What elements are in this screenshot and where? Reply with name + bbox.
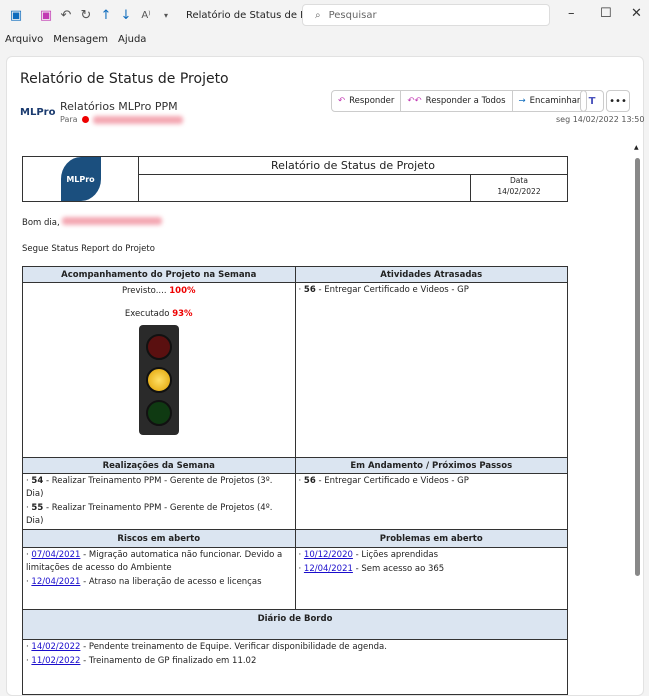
message-subject: Relatório de Status de Projeto: [20, 71, 229, 87]
previous-icon[interactable]: ↑: [96, 5, 116, 25]
search-placeholder: Pesquisar: [328, 9, 377, 21]
list-item: · 10/12/2020 - Lições aprendidas: [298, 550, 439, 560]
section-header: Diário de Bordo: [22, 609, 568, 640]
greeting-text: Bom dia,: [22, 218, 60, 228]
sender-name[interactable]: Relatórios MLPro PPM: [60, 100, 178, 113]
teams-button[interactable]: T: [580, 90, 604, 112]
report-logo-cell: MLPro: [22, 156, 139, 202]
problem-date-link[interactable]: 12/04/2021: [304, 564, 353, 574]
sender-avatar: MLPro: [20, 107, 56, 118]
reply-all-button[interactable]: ↶↶ Responder a Todos: [401, 91, 513, 111]
list-item: · 56 - Entregar Certificado e Videos - G…: [298, 285, 469, 295]
recipient-redacted[interactable]: [92, 115, 183, 124]
list-item: · 12/04/2021 - Atraso na liberação de ac…: [26, 577, 262, 587]
problem-date-link[interactable]: 10/12/2020: [304, 550, 353, 560]
teams-icon: T: [588, 95, 596, 107]
log-date-link[interactable]: 11/02/2022: [31, 656, 80, 666]
diario-cell: · 14/02/2022 - Pendente treinamento de E…: [22, 639, 568, 695]
report-header: MLPro Relatório de Status de Projeto Dat…: [22, 156, 568, 202]
section-header: Atividades Atrasadas: [294, 266, 568, 283]
list-item: · 54 - Realizar Treinamento PPM - Gerent…: [26, 476, 273, 499]
recipients: Para: [60, 115, 183, 124]
list-item: · 12/04/2021 - Sem acesso ao 365: [298, 564, 445, 574]
section-header: Problemas em aberto: [294, 529, 568, 548]
more-icon: •••: [609, 95, 627, 107]
maximize-button[interactable]: ☐: [600, 6, 612, 21]
minimize-button[interactable]: –: [568, 6, 575, 21]
next-icon[interactable]: ↓: [116, 5, 136, 25]
scroll-up-icon[interactable]: ▲: [634, 144, 639, 151]
report-date: 14/02/2022: [497, 187, 541, 196]
message-date: seg 14/02/2022 13:50: [556, 115, 645, 124]
forward-button[interactable]: → Encaminhar: [513, 91, 587, 111]
search-input[interactable]: ⌕ Pesquisar: [302, 4, 550, 26]
risk-date-link[interactable]: 07/04/2021: [31, 550, 80, 560]
report-date-cell: Data 14/02/2022: [470, 174, 568, 202]
menu-bar: Arquivo Mensagem Ajuda: [5, 34, 146, 45]
riscos-cell: · 07/04/2021 - Migração automatica não f…: [22, 547, 296, 610]
realizacoes-cell: · 54 - Realizar Treinamento PPM - Gerent…: [22, 473, 296, 530]
list-item: · 55 - Realizar Treinamento PPM - Gerent…: [26, 503, 273, 526]
forward-icon: →: [518, 96, 526, 106]
scrollbar[interactable]: ▲: [633, 144, 641, 688]
executado-label: Executado: [124, 309, 170, 319]
reply-icon: ↶: [338, 96, 346, 106]
to-label: Para: [60, 115, 78, 124]
menu-ajuda[interactable]: Ajuda: [118, 34, 146, 45]
reply-label: Responder: [349, 96, 395, 106]
close-button[interactable]: ✕: [631, 6, 642, 21]
intro: Segue Status Report do Projeto: [22, 244, 155, 254]
section-header: Realizações da Semana: [22, 457, 296, 474]
message-actions: ↶ Responder ↶↶ Responder a Todos → Encaminh…: [331, 90, 588, 112]
menu-mensagem[interactable]: Mensagem: [53, 34, 108, 45]
problemas-cell: · 10/12/2020 - Lições aprendidas · 12/04…: [294, 547, 568, 610]
email-body: MLPro Relatório de Status de Projeto Dat…: [22, 156, 568, 695]
undo-icon[interactable]: ↶: [56, 5, 76, 25]
list-item: · 56 - Entregar Certificado e Videos - G…: [298, 476, 469, 486]
redo-icon[interactable]: ↻: [76, 5, 96, 25]
log-date-link[interactable]: 14/02/2022: [31, 642, 80, 652]
greeting: Bom dia,: [22, 217, 568, 228]
reply-button[interactable]: ↶ Responder: [332, 91, 402, 111]
read-aloud-icon[interactable]: A⁾: [136, 5, 156, 25]
previsto-label: Previsto....: [122, 286, 167, 296]
mlpro-logo: MLPro: [60, 157, 101, 201]
progress-cell: Previsto.... 100% Executado 93%: [22, 282, 296, 458]
date-label: Data: [510, 176, 528, 185]
andamento-cell: · 56 - Entregar Certificado e Videos - G…: [294, 473, 568, 530]
section-header: Riscos em aberto: [22, 529, 296, 548]
green-lamp: [145, 399, 172, 426]
atrasadas-cell: · 56 - Entregar Certificado e Videos - G…: [294, 282, 568, 458]
red-lamp: [145, 334, 172, 361]
section-header: Acompanhamento do Projeto na Semana: [22, 266, 296, 283]
report-blank-cell: [138, 174, 471, 202]
scrollbar-thumb[interactable]: [635, 158, 640, 576]
more-button[interactable]: •••: [606, 90, 630, 112]
reply-all-icon: ↶↶: [407, 96, 422, 106]
executado-value: 93%: [172, 309, 193, 319]
list-item: · 07/04/2021 - Migração automatica não f…: [26, 550, 283, 573]
forward-label: Encaminhar: [529, 96, 581, 106]
save-icon[interactable]: ▣: [36, 5, 56, 25]
presence-icon: [81, 116, 89, 123]
search-icon: ⌕: [315, 9, 321, 21]
previsto-value: 100%: [169, 286, 196, 296]
name-redacted: [62, 217, 163, 225]
report-title: Relatório de Status de Projeto: [138, 156, 568, 175]
yellow-lamp: [145, 366, 172, 393]
status-table: Acompanhamento do Projeto na Semana Ativ…: [22, 266, 568, 695]
customize-icon[interactable]: ▾: [156, 5, 176, 25]
section-header: Em Andamento / Próximos Passos: [294, 457, 568, 474]
outlook-icon: ▣: [9, 7, 23, 23]
risk-date-link[interactable]: 12/04/2021: [31, 577, 80, 587]
menu-arquivo[interactable]: Arquivo: [5, 34, 43, 45]
reply-all-label: Responder a Todos: [425, 96, 506, 106]
list-item: · 11/02/2022 - Treinamento de GP finaliz…: [26, 656, 257, 666]
list-item: · 14/02/2022 - Pendente treinamento de E…: [26, 642, 387, 652]
traffic-light-icon: [138, 325, 179, 435]
